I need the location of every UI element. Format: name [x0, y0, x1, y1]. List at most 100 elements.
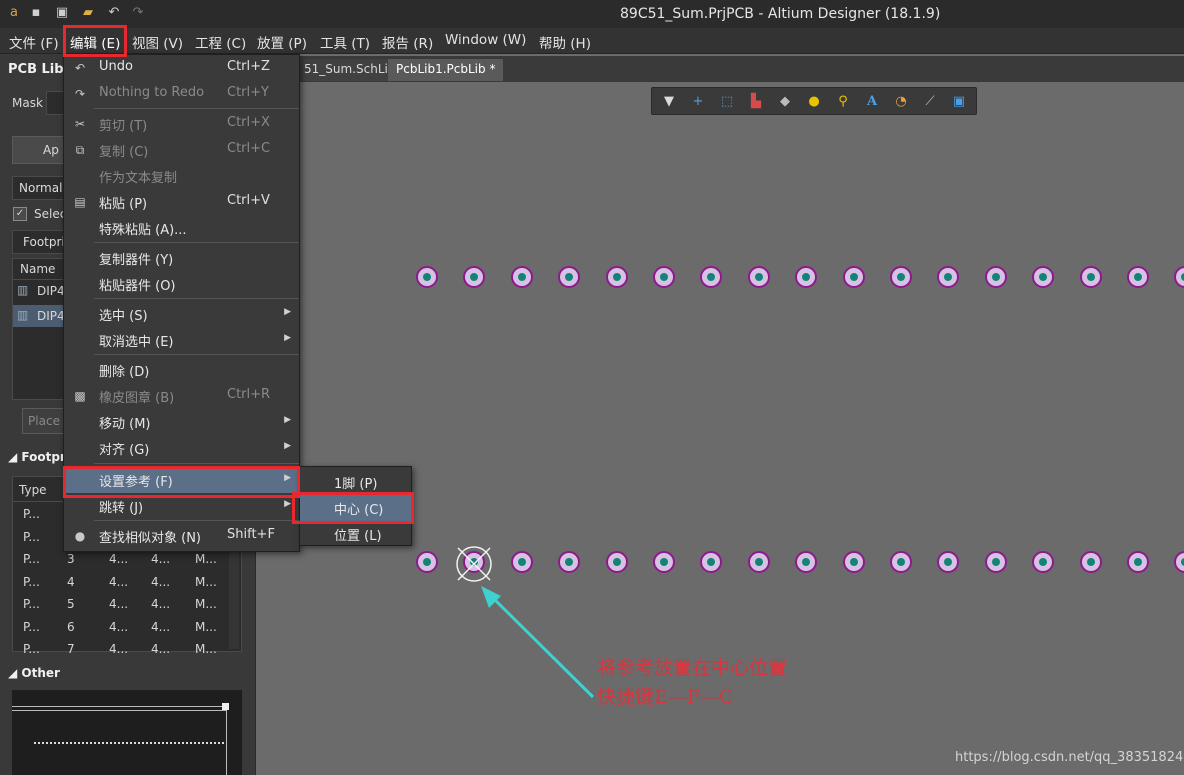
edit-menu-item[interactable]: 特殊粘贴 (A)...	[64, 215, 299, 241]
edit-menu-item-shortcut: Ctrl+C	[227, 141, 271, 156]
pad[interactable]	[700, 266, 722, 288]
edit-menu-item[interactable]: ▩ 橡皮图章 (B) Ctrl+R	[64, 383, 299, 409]
arc-icon[interactable]: ◔	[892, 93, 910, 111]
pad[interactable]	[416, 551, 438, 573]
pad[interactable]	[1127, 551, 1149, 573]
pad[interactable]	[1032, 266, 1054, 288]
submenu-location[interactable]: 位置 (L)	[300, 521, 411, 547]
undo-icon[interactable]: ↶	[106, 5, 122, 21]
find-similar-icon: ●	[74, 529, 86, 543]
menu-tools[interactable]: 工具 (T)	[320, 32, 370, 52]
menu-reports[interactable]: 报告 (R)	[382, 32, 433, 52]
edit-menu-item[interactable]: ↶ Undo Ctrl+Z	[64, 55, 299, 81]
tab-pcblib[interactable]: PcbLib1.PcbLib *	[388, 59, 504, 81]
pad[interactable]	[890, 551, 912, 573]
via-icon[interactable]: ⚲	[834, 93, 852, 111]
table-cell: 4...	[151, 574, 171, 589]
edit-menu-item[interactable]: ✂ 剪切 (T) Ctrl+X	[64, 111, 299, 137]
pad[interactable]	[1032, 551, 1054, 573]
menu-help[interactable]: 帮助 (H)	[539, 32, 591, 52]
pad[interactable]	[1127, 266, 1149, 288]
edit-menu-item-label: 删除 (D)	[99, 365, 150, 380]
edit-menu-item[interactable]: ● 查找相似对象 (N) Shift+F	[64, 523, 299, 549]
edit-menu-item[interactable]: 粘贴器件 (O)	[64, 271, 299, 297]
edit-menu-item[interactable]: ↷ Nothing to Redo Ctrl+Y	[64, 81, 299, 107]
edit-menu-item[interactable]: 取消选中 (E) ▶	[64, 327, 299, 353]
pad[interactable]	[416, 266, 438, 288]
redo-icon[interactable]: ↷	[130, 5, 146, 21]
pad[interactable]	[653, 266, 675, 288]
region-icon[interactable]: ▣	[950, 93, 968, 111]
app-logo-icon[interactable]: a	[6, 5, 22, 21]
crosshair-icon[interactable]: +	[689, 93, 707, 111]
table-cell: P...	[23, 552, 40, 566]
edit-menu-item[interactable]: 移动 (M) ▶	[64, 409, 299, 435]
footprint-item[interactable]: DIP4	[37, 284, 65, 298]
save-all-icon[interactable]: ▣	[54, 5, 70, 21]
pad[interactable]	[606, 266, 628, 288]
chart-icon[interactable]: ▙	[747, 93, 765, 111]
menu-place[interactable]: 放置 (P)	[257, 32, 307, 52]
edit-menu-item[interactable]: ⧉ 复制 (C) Ctrl+C	[64, 137, 299, 163]
name-header: Name	[20, 262, 56, 276]
pad[interactable]	[748, 551, 770, 573]
menu-view[interactable]: 视图 (V)	[132, 32, 183, 52]
edit-menu-item[interactable]: 删除 (D)	[64, 357, 299, 383]
pad[interactable]	[511, 266, 533, 288]
select-rect-icon[interactable]: ⬚	[718, 93, 736, 111]
edit-menu-item[interactable]: 选中 (S) ▶	[64, 301, 299, 327]
reference-marker	[456, 546, 492, 582]
menu-project[interactable]: 工程 (C)	[195, 32, 246, 52]
pad[interactable]	[558, 551, 580, 573]
pad[interactable]	[937, 551, 959, 573]
pad[interactable]	[937, 266, 959, 288]
pad[interactable]	[606, 551, 628, 573]
apply-button[interactable]: Ap	[12, 136, 68, 164]
pad[interactable]	[1080, 266, 1102, 288]
pad[interactable]	[653, 551, 675, 573]
edit-menu-item[interactable]: 作为文本复制	[64, 163, 299, 189]
place-button[interactable]: Place	[22, 408, 66, 434]
pad[interactable]	[1080, 551, 1102, 573]
footprints-filter[interactable]: Footpri	[12, 230, 68, 254]
save-icon[interactable]: ▪	[28, 5, 44, 21]
pad[interactable]	[890, 266, 912, 288]
pad[interactable]	[558, 266, 580, 288]
table-cell: 6	[67, 619, 75, 634]
table-cell: 4...	[109, 619, 129, 634]
normal-select[interactable]: Normal	[12, 176, 68, 200]
pad[interactable]	[795, 266, 817, 288]
open-icon[interactable]: ▰	[80, 5, 96, 21]
menu-separator	[94, 354, 299, 355]
pad[interactable]	[748, 266, 770, 288]
collapse-icon[interactable]: ◢	[8, 666, 21, 680]
edit-menu-item[interactable]: 对齐 (G) ▶	[64, 435, 299, 461]
pad[interactable]	[511, 551, 533, 573]
pad-icon[interactable]: ●	[805, 93, 823, 111]
pad[interactable]	[985, 551, 1007, 573]
pad[interactable]	[463, 266, 485, 288]
edit-menu-item-shortcut: Ctrl+V	[227, 193, 270, 208]
line-icon[interactable]: ⟋	[921, 93, 939, 111]
submenu-arrow-icon: ▶	[284, 499, 291, 509]
pad[interactable]	[843, 551, 865, 573]
pad[interactable]	[985, 266, 1007, 288]
table-cell: 4...	[151, 642, 171, 656]
filter-icon[interactable]: ▼	[660, 93, 678, 111]
footprint-item-selected[interactable]: DIP4	[37, 309, 65, 323]
menu-file[interactable]: 文件 (F)	[9, 32, 59, 52]
edit-menu-item-label: 查找相似对象 (N)	[99, 531, 202, 546]
annotation-line2: 快捷键E—F—C	[597, 686, 734, 708]
edit-menu-item[interactable]: 复制器件 (Y)	[64, 245, 299, 271]
text-icon[interactable]: A	[863, 93, 881, 111]
pad[interactable]	[795, 551, 817, 573]
eraser-icon[interactable]: ◆	[776, 93, 794, 111]
pad[interactable]	[700, 551, 722, 573]
menu-window[interactable]: Window (W)	[445, 32, 526, 48]
collapse-icon[interactable]: ◢	[8, 450, 21, 464]
edit-menu-item-label: 对齐 (G)	[99, 443, 150, 458]
pad[interactable]	[843, 266, 865, 288]
edit-menu-item[interactable]: ▤ 粘贴 (P) Ctrl+V	[64, 189, 299, 215]
select-checkbox[interactable]: ✓	[13, 207, 27, 221]
redo-icon: ↷	[74, 87, 86, 101]
